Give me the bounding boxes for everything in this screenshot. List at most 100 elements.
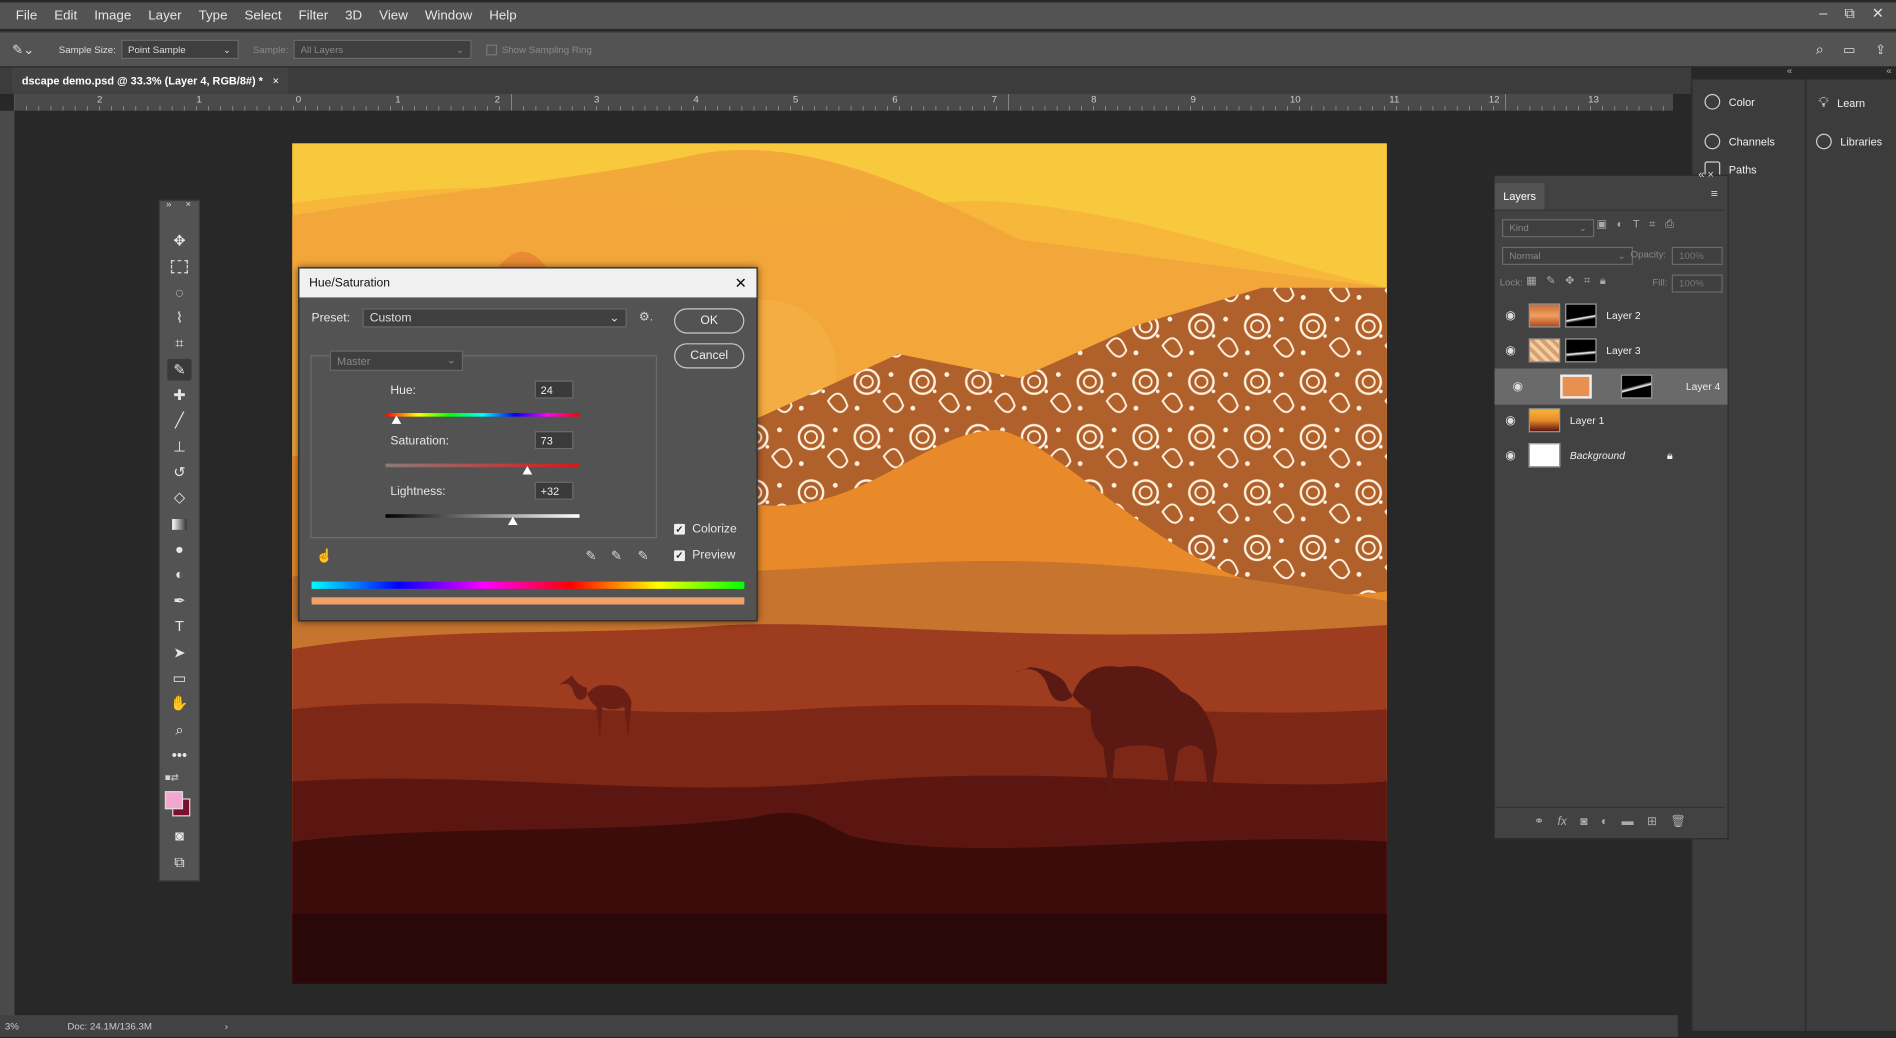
lock-icon[interactable]: 🔒︎ [1667, 449, 1673, 462]
eyedropper-icon[interactable]: ✎ [586, 548, 597, 563]
channel-select[interactable]: Master ⌄ [329, 350, 464, 371]
fill-input[interactable]: 100% [1671, 274, 1723, 293]
layers-panel-collapse-icon[interactable]: « × [1698, 169, 1713, 181]
zoom-tool-icon[interactable]: ⌕ [167, 719, 191, 741]
share-icon[interactable]: ⇪ [1875, 42, 1886, 57]
learn-panel-button[interactable]: 💡︎ Learn [1818, 94, 1865, 112]
more-tools-icon[interactable]: ••• [167, 744, 191, 766]
screen-mode-icon[interactable]: ⧉ [167, 851, 191, 873]
saturation-slider-thumb[interactable] [522, 466, 533, 475]
eyedropper-preset-icon[interactable]: ✎⌄ [12, 42, 34, 57]
workspace-icon[interactable]: ▭ [1843, 42, 1856, 57]
layer-row-background[interactable]: ◉ Background 🔒︎ [1495, 438, 1713, 472]
pen-tool-icon[interactable]: ✒ [167, 590, 191, 612]
layers-tab[interactable]: Layers [1494, 183, 1545, 210]
blend-mode-select[interactable]: Normal ⌄ [1502, 246, 1633, 265]
targeted-adjustment-icon[interactable]: ☝ [316, 548, 333, 563]
brush-tool-icon[interactable]: ╱ [167, 409, 191, 431]
blur-tool-icon[interactable]: ● [167, 538, 191, 560]
layers-panel-menu-icon[interactable]: ≡ [1711, 188, 1718, 201]
move-tool-icon[interactable]: ✥ [167, 230, 191, 252]
rectangle-tool-icon[interactable]: ▭ [167, 667, 191, 689]
path-select-tool-icon[interactable]: ➤ [167, 642, 191, 664]
visibility-eye-icon[interactable]: ◉ [1502, 344, 1519, 357]
sample-size-select[interactable]: Point Sample ⌄ [120, 39, 239, 60]
lightness-slider-track[interactable] [385, 514, 580, 518]
hand-tool-icon[interactable]: ✋ [167, 692, 191, 714]
lightness-input[interactable]: +32 [534, 481, 574, 500]
folder-icon[interactable]: ▬ [1622, 815, 1634, 828]
lasso-tool-icon[interactable]: ◌ [167, 282, 191, 304]
menu-help[interactable]: Help [481, 8, 525, 22]
menu-edit[interactable]: Edit [46, 8, 86, 22]
adjustment-icon[interactable]: ◐ [1601, 815, 1608, 828]
foreground-color-swatch[interactable] [164, 791, 184, 810]
visibility-eye-icon[interactable]: ◉ [1502, 309, 1519, 322]
menu-layer[interactable]: Layer [140, 8, 190, 22]
preview-checkbox[interactable]: ✓ [674, 550, 685, 562]
menu-view[interactable]: View [371, 8, 417, 22]
lightness-slider-thumb[interactable] [507, 516, 518, 526]
minimize-button[interactable]: – [1819, 5, 1827, 23]
layer-row-layer-4[interactable]: ◉ Layer 4 [1494, 368, 1728, 405]
layer-mask-thumbnail[interactable] [1620, 374, 1653, 399]
new-layer-icon[interactable]: ⊞ [1647, 815, 1657, 828]
layer-row-layer-2[interactable]: ◉ Layer 2 [1495, 299, 1713, 333]
fx-icon[interactable]: fx [1557, 815, 1566, 828]
colorize-checkbox[interactable]: ✓ [674, 523, 685, 535]
visibility-eye-icon[interactable]: ◉ [1502, 449, 1519, 462]
restore-button[interactable]: ⧉ [1844, 5, 1854, 23]
type-tool-icon[interactable]: T [167, 615, 191, 637]
channels-panel-button[interactable]: Channels [1704, 133, 1775, 150]
crop-tool-icon[interactable]: ⌗ [167, 332, 191, 354]
eyedropper-tool-icon[interactable]: ✎ [167, 358, 192, 381]
preset-options-gear-icon[interactable]: ⚙. [639, 311, 653, 324]
healing-tool-icon[interactable]: ✚ [167, 384, 191, 406]
eyedropper-minus-icon[interactable]: ✎ [638, 548, 649, 563]
saturation-slider-track[interactable] [385, 463, 580, 468]
layer-mask-thumbnail[interactable] [1565, 338, 1597, 363]
dodge-tool-icon[interactable]: ◐ [167, 564, 191, 586]
dialog-close-icon[interactable]: ✕ [735, 275, 747, 292]
preset-select[interactable]: Custom ⌄ [362, 308, 627, 328]
menu-file[interactable]: File [7, 8, 45, 22]
link-icon[interactable]: ⚭ [1534, 815, 1544, 828]
saturation-input[interactable]: 73 [534, 431, 574, 450]
hue-slider-track[interactable] [385, 413, 580, 417]
stamp-tool-icon[interactable]: ⊥ [167, 436, 191, 458]
layer-row-layer-1[interactable]: ◉ Layer 1 [1495, 403, 1713, 437]
layer-mask-thumbnail[interactable] [1565, 303, 1597, 328]
toolbox-collapse-icon[interactable]: » [166, 199, 171, 210]
show-ring-checkbox[interactable] [486, 43, 497, 55]
sample-select[interactable]: All Layers ⌄ [293, 39, 472, 60]
close-tab-icon[interactable]: × [273, 75, 279, 87]
visibility-eye-icon[interactable]: ◉ [1502, 414, 1519, 427]
menu-3d[interactable]: 3D [337, 8, 371, 22]
gradient-tool-icon[interactable] [167, 513, 191, 535]
libraries-panel-button[interactable]: Libraries [1816, 133, 1882, 150]
lock-icons[interactable]: ▦✎✥⌗🔒︎ [1526, 275, 1615, 288]
zoom-readout[interactable]: 3% [5, 1021, 19, 1032]
menu-filter[interactable]: Filter [290, 8, 337, 22]
layer-filter-kind-select[interactable]: Kind ⌄ [1502, 219, 1595, 238]
menu-window[interactable]: Window [416, 8, 480, 22]
ok-button[interactable]: OK [674, 308, 745, 334]
eyedropper-plus-icon[interactable]: ✎ [611, 548, 622, 563]
marquee-tool-icon[interactable] [167, 255, 191, 277]
eraser-tool-icon[interactable]: ◇ [167, 486, 191, 508]
quick-mask-icon[interactable]: ◙ [167, 825, 191, 847]
trash-icon[interactable]: 🗑︎ [1671, 815, 1686, 828]
menu-type[interactable]: Type [190, 8, 236, 22]
document-tab[interactable]: dscape demo.psd @ 33.3% (Layer 4, RGB/8#… [12, 67, 289, 94]
history-brush-tool-icon[interactable]: ↺ [167, 461, 191, 483]
toolbox-close-icon[interactable]: × [185, 199, 191, 210]
search-icon[interactable]: ⌕ [1816, 40, 1824, 58]
hue-input[interactable]: 24 [534, 380, 574, 399]
cancel-button[interactable]: Cancel [674, 343, 745, 369]
visibility-eye-icon[interactable]: ◉ [1509, 380, 1526, 393]
layer-filter-icons[interactable]: ▣◐T⌗⎙ [1597, 218, 1684, 231]
close-window-button[interactable]: ✕ [1872, 5, 1884, 23]
color-panel-button[interactable]: Color [1704, 93, 1755, 110]
layer-row-layer-3[interactable]: ◉ Layer 3 [1495, 334, 1713, 368]
opacity-input[interactable]: 100% [1671, 246, 1723, 265]
